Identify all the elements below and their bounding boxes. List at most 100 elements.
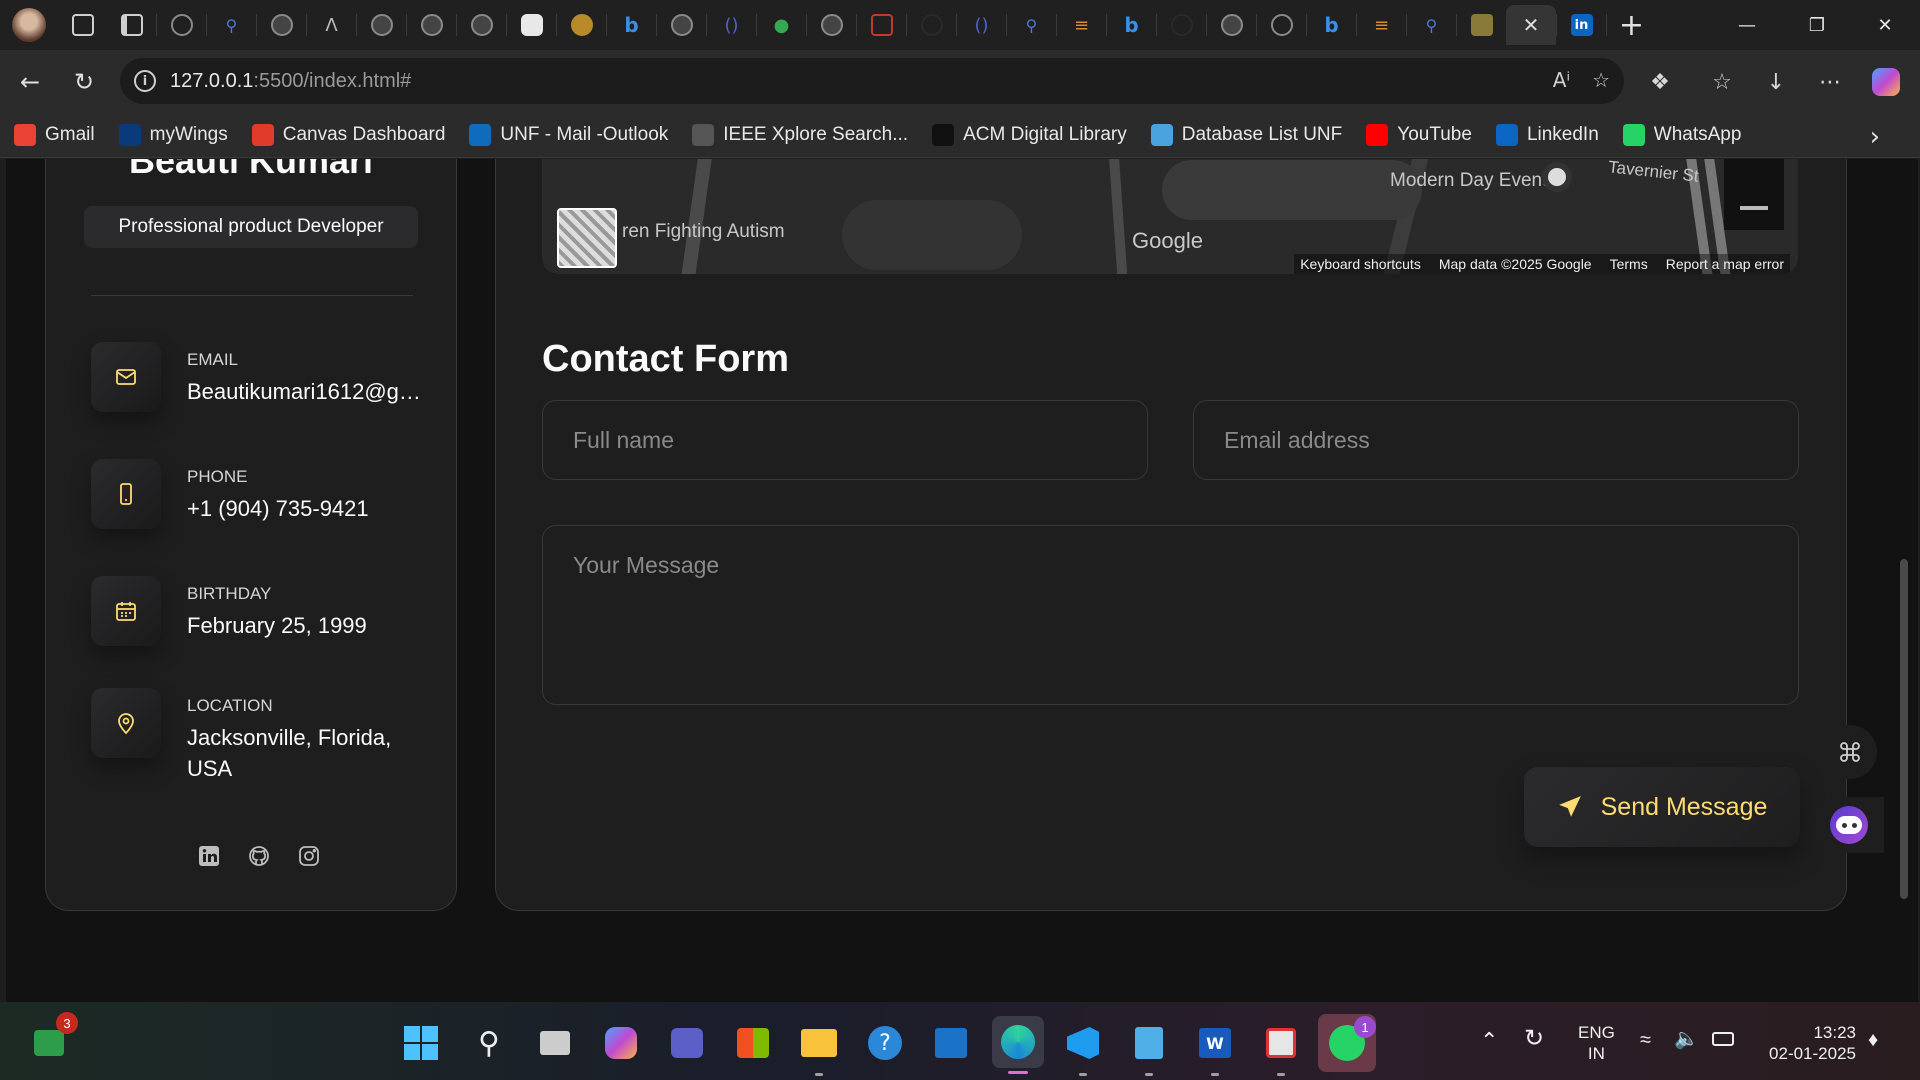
tab-bing-icon[interactable]: b bbox=[607, 5, 656, 45]
message-textarea[interactable] bbox=[542, 525, 1799, 705]
more-menu-icon[interactable]: ⋯ bbox=[1810, 62, 1850, 102]
tab-close-button[interactable]: ✕ bbox=[1506, 5, 1556, 45]
bookmark-linkedin[interactable]: LinkedIn bbox=[1495, 123, 1599, 146]
map-keyboard-shortcuts[interactable]: Keyboard shortcuts bbox=[1300, 256, 1421, 272]
tab-bing-icon[interactable]: b bbox=[1307, 5, 1356, 45]
email-link[interactable]: Beautikumari1612@gmail.com bbox=[187, 376, 421, 407]
github-icon[interactable] bbox=[246, 843, 272, 869]
profile-avatar[interactable] bbox=[0, 5, 58, 45]
restore-button[interactable]: ❐ bbox=[1782, 0, 1852, 50]
volume-icon[interactable]: 🔈 bbox=[1674, 1029, 1699, 1050]
tab-terminal-icon[interactable] bbox=[857, 5, 906, 45]
help-icon[interactable]: ? bbox=[864, 1022, 906, 1064]
tab-chatgpt-icon[interactable] bbox=[507, 5, 556, 45]
clock[interactable]: 13:23 02-01-2025 bbox=[1758, 1022, 1856, 1064]
vertical-tabs-icon[interactable] bbox=[107, 5, 156, 45]
email-input[interactable] bbox=[1193, 400, 1799, 480]
bookmark-database-list-unf[interactable]: Database List UNF bbox=[1150, 123, 1342, 146]
tab-orange-icon[interactable] bbox=[557, 5, 606, 45]
language-indicator[interactable]: ENG IN bbox=[1578, 1022, 1615, 1064]
site-info-icon[interactable]: i bbox=[134, 70, 156, 92]
bookmark-unf-mail-outlook[interactable]: UNF - Mail -Outlook bbox=[469, 123, 668, 146]
notifications-bell-icon[interactable]: ♦ bbox=[1868, 1030, 1878, 1051]
zoom-in-button[interactable] bbox=[1724, 159, 1784, 180]
address-bar[interactable]: i 127.0.0.1:5500/index.html# Aⁱ ☆ bbox=[120, 58, 1624, 104]
bookmark-gmail[interactable]: Gmail bbox=[14, 123, 95, 146]
bookmarks-overflow-chevron-icon[interactable]: › bbox=[1870, 122, 1880, 152]
tab-app-icon[interactable]: Λ bbox=[307, 5, 356, 45]
favorite-star-icon[interactable]: ☆ bbox=[1592, 68, 1610, 92]
instagram-icon[interactable] bbox=[296, 843, 322, 869]
tab-search-icon[interactable]: ⚲ bbox=[1407, 5, 1456, 45]
notepad-icon[interactable] bbox=[1128, 1022, 1170, 1076]
battery-icon[interactable] bbox=[1712, 1032, 1734, 1046]
bookmark-whatsapp[interactable]: WhatsApp bbox=[1622, 123, 1741, 146]
linkedin-icon[interactable] bbox=[196, 843, 222, 869]
teams-icon[interactable] bbox=[666, 1022, 708, 1064]
copilot-icon[interactable] bbox=[1866, 62, 1906, 102]
tab-github-icon[interactable] bbox=[457, 5, 506, 45]
updates-app-icon[interactable]: 3 bbox=[28, 1012, 78, 1064]
new-tab-button[interactable]: + bbox=[1607, 5, 1656, 45]
bookmark-ieee-xplore-search[interactable]: IEEE Xplore Search... bbox=[692, 123, 908, 146]
google-map[interactable]: ren Fighting Autism Modern Day Events Ta… bbox=[542, 159, 1798, 274]
bookmark-canvas-dashboard[interactable]: Canvas Dashboard bbox=[251, 123, 445, 146]
extensions-icon[interactable]: ❖ bbox=[1640, 62, 1680, 102]
word-icon[interactable]: W bbox=[1194, 1022, 1236, 1076]
search-icon[interactable]: ⚲ bbox=[468, 1022, 510, 1064]
whatsapp-icon[interactable]: 1 bbox=[1318, 1014, 1376, 1072]
refresh-button[interactable]: ↻ bbox=[64, 62, 104, 102]
tab-github-icon[interactable] bbox=[807, 5, 856, 45]
tab-linkedin-icon[interactable]: in bbox=[1557, 5, 1606, 45]
tab-globe-icon[interactable] bbox=[157, 5, 206, 45]
map-terms-link[interactable]: Terms bbox=[1610, 256, 1648, 272]
tab-github-icon[interactable] bbox=[657, 5, 706, 45]
back-button[interactable]: ← bbox=[10, 62, 50, 102]
close-window-button[interactable]: ✕ bbox=[1850, 0, 1920, 50]
tab-stackoverflow-icon[interactable]: ≡ bbox=[1357, 5, 1406, 45]
start-button[interactable] bbox=[400, 1022, 442, 1064]
show-hidden-icons[interactable]: ⌃ bbox=[1480, 1030, 1498, 1052]
tab-brackets-icon[interactable]: () bbox=[707, 5, 756, 45]
tab-bing-icon[interactable]: b bbox=[1107, 5, 1156, 45]
zoom-out-button[interactable] bbox=[1740, 206, 1768, 210]
snipping-tool-icon[interactable] bbox=[1260, 1022, 1302, 1076]
apps-shortcut-button[interactable] bbox=[1823, 725, 1877, 779]
wifi-icon[interactable]: ≈ bbox=[1640, 1030, 1651, 1051]
map-pin-icon[interactable] bbox=[1542, 162, 1572, 192]
bookmark-acm-digital-library[interactable]: ACM Digital Library bbox=[932, 123, 1127, 146]
app-blue-icon[interactable] bbox=[930, 1022, 972, 1064]
page-scrollbar[interactable] bbox=[1900, 559, 1908, 899]
tab-dark-icon[interactable] bbox=[1157, 5, 1206, 45]
task-view-icon[interactable] bbox=[534, 1022, 576, 1064]
tab-scholar-icon[interactable] bbox=[1457, 5, 1506, 45]
store-icon[interactable] bbox=[732, 1022, 774, 1064]
tab-search-icon[interactable]: ⚲ bbox=[1007, 5, 1056, 45]
tab-globe-icon[interactable] bbox=[1257, 5, 1306, 45]
downloads-icon[interactable]: ↓ bbox=[1756, 62, 1796, 102]
assistant-bot-icon[interactable] bbox=[1814, 797, 1884, 853]
copilot-app-icon[interactable] bbox=[600, 1022, 642, 1064]
send-message-button[interactable]: Send Message bbox=[1524, 767, 1800, 847]
file-explorer-icon[interactable] bbox=[798, 1022, 840, 1076]
tab-brackets-icon[interactable]: () bbox=[957, 5, 1006, 45]
tab-github-icon[interactable] bbox=[257, 5, 306, 45]
bookmark-mywings[interactable]: myWings bbox=[118, 123, 228, 146]
map-report-error-link[interactable]: Report a map error bbox=[1666, 256, 1784, 272]
bookmark-youtube[interactable]: YouTube bbox=[1366, 123, 1472, 146]
fullname-input[interactable] bbox=[542, 400, 1148, 480]
tab-github-icon[interactable] bbox=[1207, 5, 1256, 45]
tab-dark-icon[interactable] bbox=[907, 5, 956, 45]
phone-link[interactable]: +1 (904) 735-9421 bbox=[187, 493, 421, 524]
edge-icon[interactable] bbox=[992, 1016, 1044, 1074]
workspaces-icon[interactable] bbox=[58, 5, 107, 45]
vscode-icon[interactable] bbox=[1062, 1022, 1104, 1076]
tab-search-icon[interactable]: ⚲ bbox=[207, 5, 256, 45]
tab-maps-icon[interactable]: ● bbox=[757, 5, 806, 45]
read-aloud-icon[interactable]: Aⁱ bbox=[1553, 68, 1570, 92]
tab-stack-icon[interactable]: ≡ bbox=[1057, 5, 1106, 45]
tab-github-icon[interactable] bbox=[357, 5, 406, 45]
url-text[interactable]: 127.0.0.1:5500/index.html# bbox=[170, 70, 411, 93]
minimize-button[interactable]: — bbox=[1712, 0, 1782, 50]
favorites-icon[interactable]: ☆ bbox=[1702, 62, 1742, 102]
